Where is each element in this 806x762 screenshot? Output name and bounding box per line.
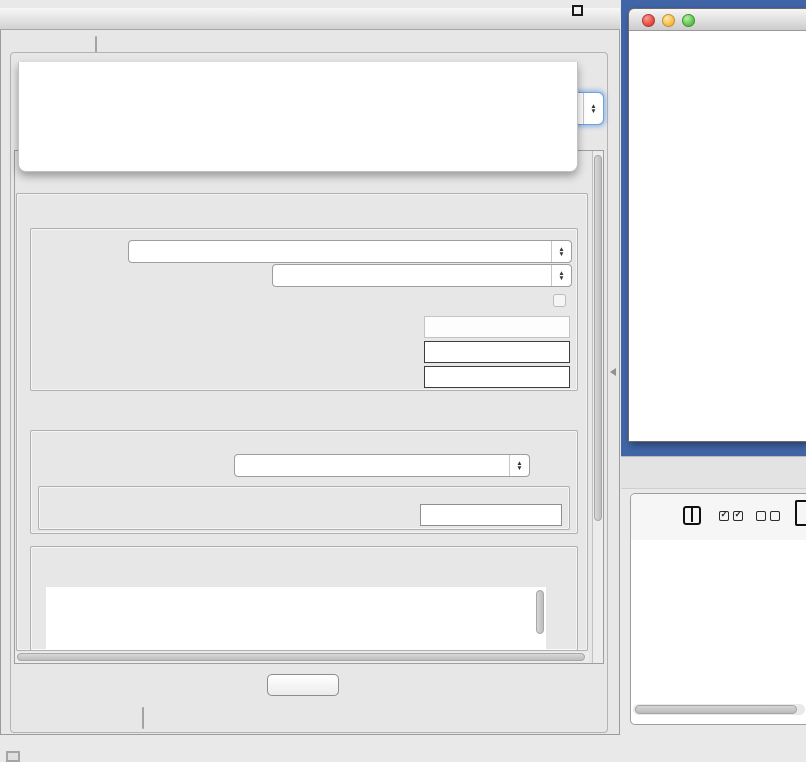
table-rows [631, 563, 806, 702]
table-panel-titlebar [621, 456, 806, 489]
table-scrollbar-thumb[interactable] [635, 705, 797, 714]
vertical-scrollbar-thumb[interactable] [594, 155, 602, 521]
network-view-window[interactable] [628, 8, 806, 442]
apply-button[interactable] [267, 674, 339, 696]
algorithm-dropdown-popup [18, 62, 578, 172]
float-window-icon[interactable] [572, 5, 583, 16]
close-traffic-light-icon[interactable] [642, 14, 655, 27]
table-header-row [631, 540, 806, 563]
data-attributes-list[interactable] [46, 587, 546, 650]
dropdown-placeholder [19, 64, 577, 80]
panel-resize-handle-icon[interactable] [610, 368, 616, 376]
list-scrollbar-thumb[interactable] [536, 590, 544, 634]
columns-icon[interactable] [683, 506, 701, 525]
manual-kernel-checkbox[interactable] [553, 294, 566, 307]
control-panel-titlebar [0, 8, 620, 30]
horizontal-scrollbar-thumb[interactable] [17, 653, 585, 661]
dpi-tolerance-field[interactable] [424, 341, 570, 363]
combo-stepper-icon: ▲▼ [583, 93, 603, 124]
mi-steps-field[interactable] [424, 366, 570, 388]
combo-stepper-icon: ▲▼ [551, 265, 571, 286]
mi-threshold-field[interactable] [420, 504, 562, 526]
aracne-mode-combo[interactable]: ▲▼ [128, 240, 572, 263]
zoom-traffic-light-icon[interactable] [682, 14, 695, 27]
combo-stepper-icon: ▲▼ [551, 241, 571, 262]
kernel-width-field[interactable] [424, 316, 570, 338]
select-all-icon[interactable] [719, 511, 743, 521]
which-threshold-combo[interactable]: ▲▼ [234, 454, 530, 477]
vertical-scrollbar[interactable] [592, 151, 603, 663]
horizontal-scrollbar[interactable] [15, 652, 589, 663]
mi-type-combo[interactable]: ▲▼ [272, 264, 572, 287]
minimize-traffic-light-icon[interactable] [662, 14, 675, 27]
node-table-panel [630, 493, 806, 725]
network-window-titlebar [629, 9, 806, 31]
network-canvas[interactable] [629, 31, 806, 442]
bottom-tab-bar [142, 707, 144, 729]
hub-definition-expander[interactable] [38, 398, 46, 413]
page-icon[interactable] [795, 500, 806, 526]
table-horizontal-scrollbar[interactable] [633, 704, 805, 715]
deselect-all-icon[interactable] [756, 511, 780, 521]
table-toolbar [631, 494, 806, 540]
minimized-panel-icon[interactable] [6, 751, 20, 762]
combo-stepper-icon: ▲▼ [509, 455, 529, 476]
